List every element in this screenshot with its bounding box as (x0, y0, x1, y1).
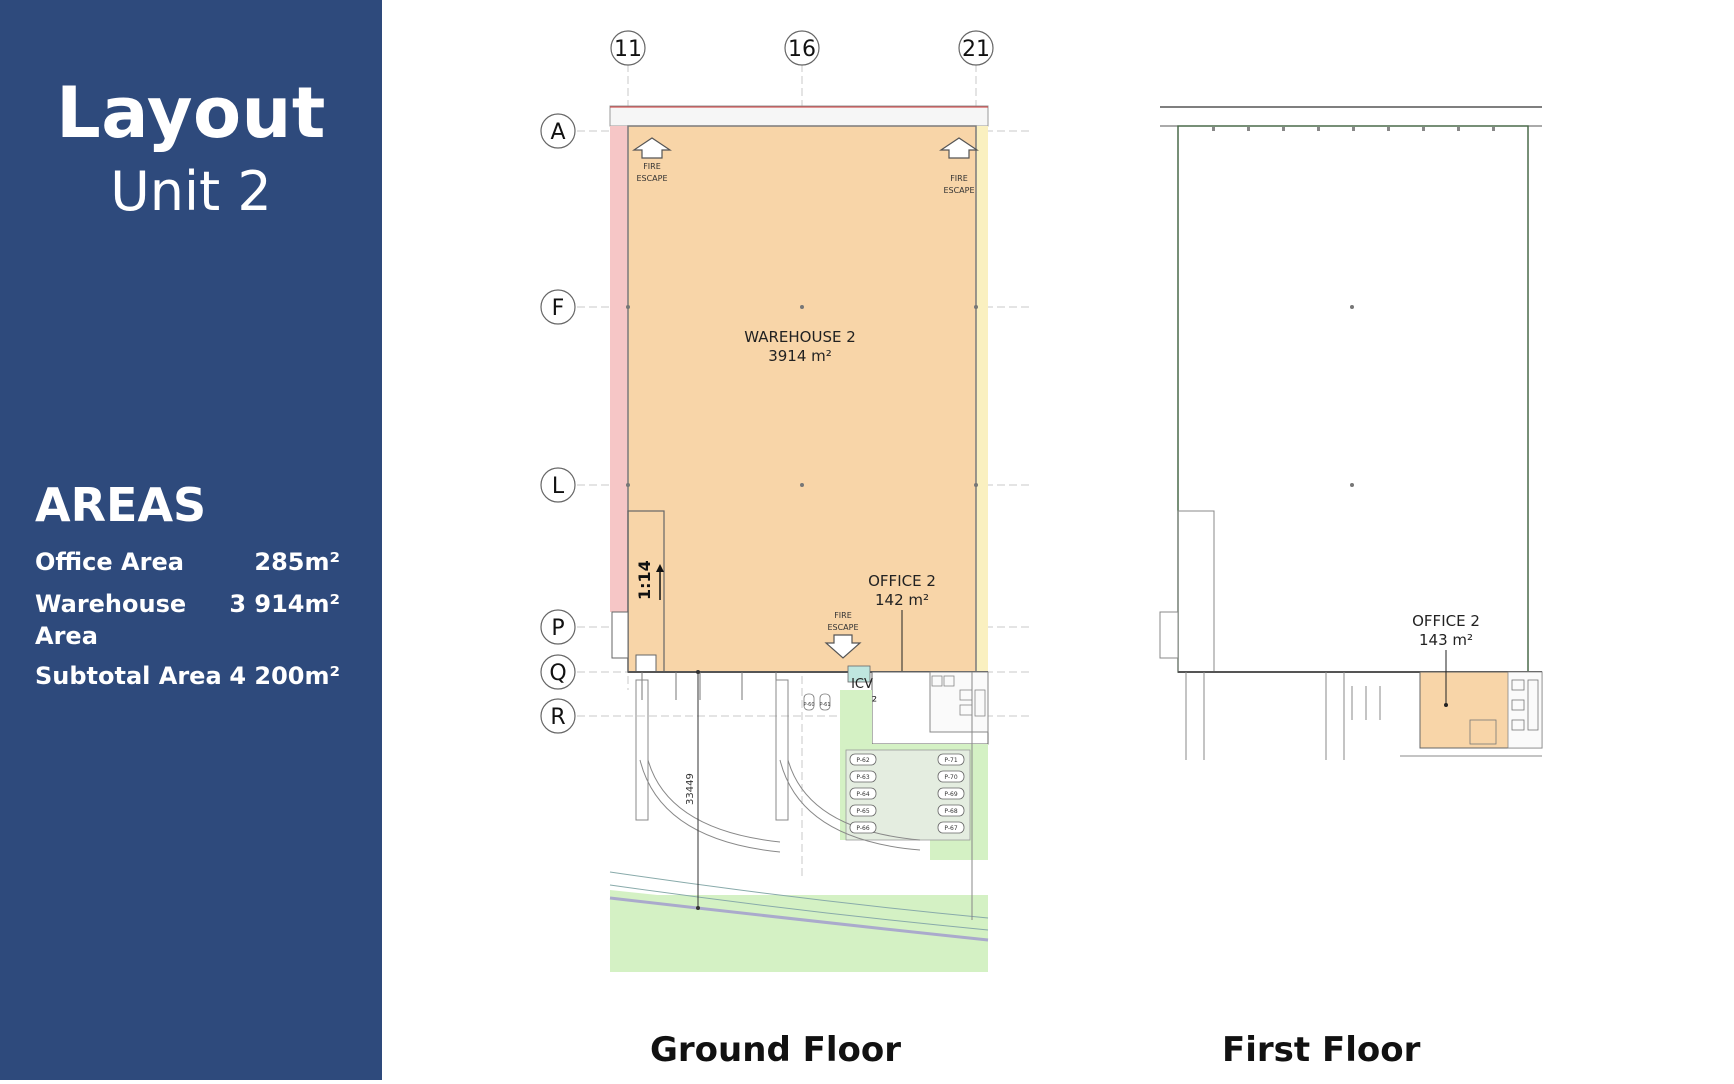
first-floor-shell (1177, 125, 1529, 673)
grid-column-label: 16 (788, 37, 816, 62)
sidebar-panel: Layout Unit 2 AREAS Office Area 285m² Wa… (0, 0, 382, 1080)
page-subtitle: Unit 2 (110, 160, 272, 223)
parking-bay-label: P-69 (944, 791, 957, 798)
column-bubbles: 11 16 21 (610, 30, 994, 66)
parking-bay-label: P-65 (856, 808, 869, 815)
parking-bay-label: P-71 (944, 757, 957, 764)
parking-bay-label: P-66 (856, 825, 869, 832)
fire-escape-label: ESCAPE (827, 623, 858, 632)
warehouse-area-value: 3914 m² (768, 347, 832, 365)
ramp-label: 1:14 (635, 560, 654, 600)
row-bubbles: A F L P Q R (540, 113, 576, 734)
page-title: Layout (56, 72, 326, 154)
left-strip (610, 126, 628, 612)
grid-row-label: R (550, 705, 565, 730)
grid-row-label: L (552, 474, 565, 499)
grid-row-label: Q (549, 661, 566, 686)
fire-escape-label: FIRE (950, 174, 968, 183)
area-value: 3 914m² (229, 590, 340, 618)
office-name: OFFICE 2 (1412, 612, 1480, 630)
area-value: 4 200m² (229, 662, 340, 690)
warehouse-name: WAREHOUSE 2 (744, 328, 856, 346)
fire-escape-label: FIRE (643, 162, 661, 171)
area-label: Office Area (35, 548, 184, 576)
fire-escape-label: ESCAPE (636, 174, 667, 183)
first-floor-plan: OFFICE 2 143 m² (1159, 106, 1543, 760)
parking-bay-label: P-60 (803, 702, 814, 708)
area-label: Subtotal Area (35, 662, 222, 690)
areas-heading: AREAS (35, 478, 207, 532)
parking-bay-label: P-64 (856, 791, 869, 798)
floor-plan-drawing: 11 16 21 A F L P Q R 1:14 FIRE ESCAPE FI… (540, 30, 1543, 972)
parking-bay-label: P-70 (944, 774, 957, 781)
grid-row-label: F (552, 296, 565, 321)
icv-name: ICV (851, 677, 873, 692)
area-value: 285m² (254, 548, 340, 576)
parking-bay-label: P-61 (819, 702, 830, 708)
ground-floor-label: Ground Floor (650, 1030, 901, 1070)
area-label: Warehouse Area (35, 590, 187, 650)
grid-column-label: 21 (962, 37, 990, 62)
parking-bay-label: P-68 (944, 808, 957, 815)
grid-column-label: 11 (614, 37, 642, 62)
dimension-label: 33449 (685, 773, 696, 805)
floor-plans: 11 16 21 A F L P Q R 1:14 FIRE ESCAPE FI… (382, 0, 1734, 1080)
first-floor-label: First Floor (1222, 1030, 1421, 1070)
parking-bay-label: P-63 (856, 774, 869, 781)
office-area-value: 142 m² (875, 591, 929, 609)
small-parking-bays: P-60 P-61 (803, 693, 831, 711)
parking-bay-label: P-62 (856, 757, 869, 764)
parking-bay-label: P-67 (944, 825, 957, 832)
fire-escape-label: FIRE (834, 611, 852, 620)
grid-row-label: P (551, 616, 564, 641)
right-strip (976, 126, 988, 672)
office-area-value: 143 m² (1419, 631, 1473, 649)
fire-escape-label: ESCAPE (943, 186, 974, 195)
grid-row-label: A (550, 120, 565, 145)
ground-floor-plan: 1:14 FIRE ESCAPE FIRE ESCAPE FIRE ESCAPE… (609, 105, 989, 972)
office-name: OFFICE 2 (868, 572, 936, 590)
